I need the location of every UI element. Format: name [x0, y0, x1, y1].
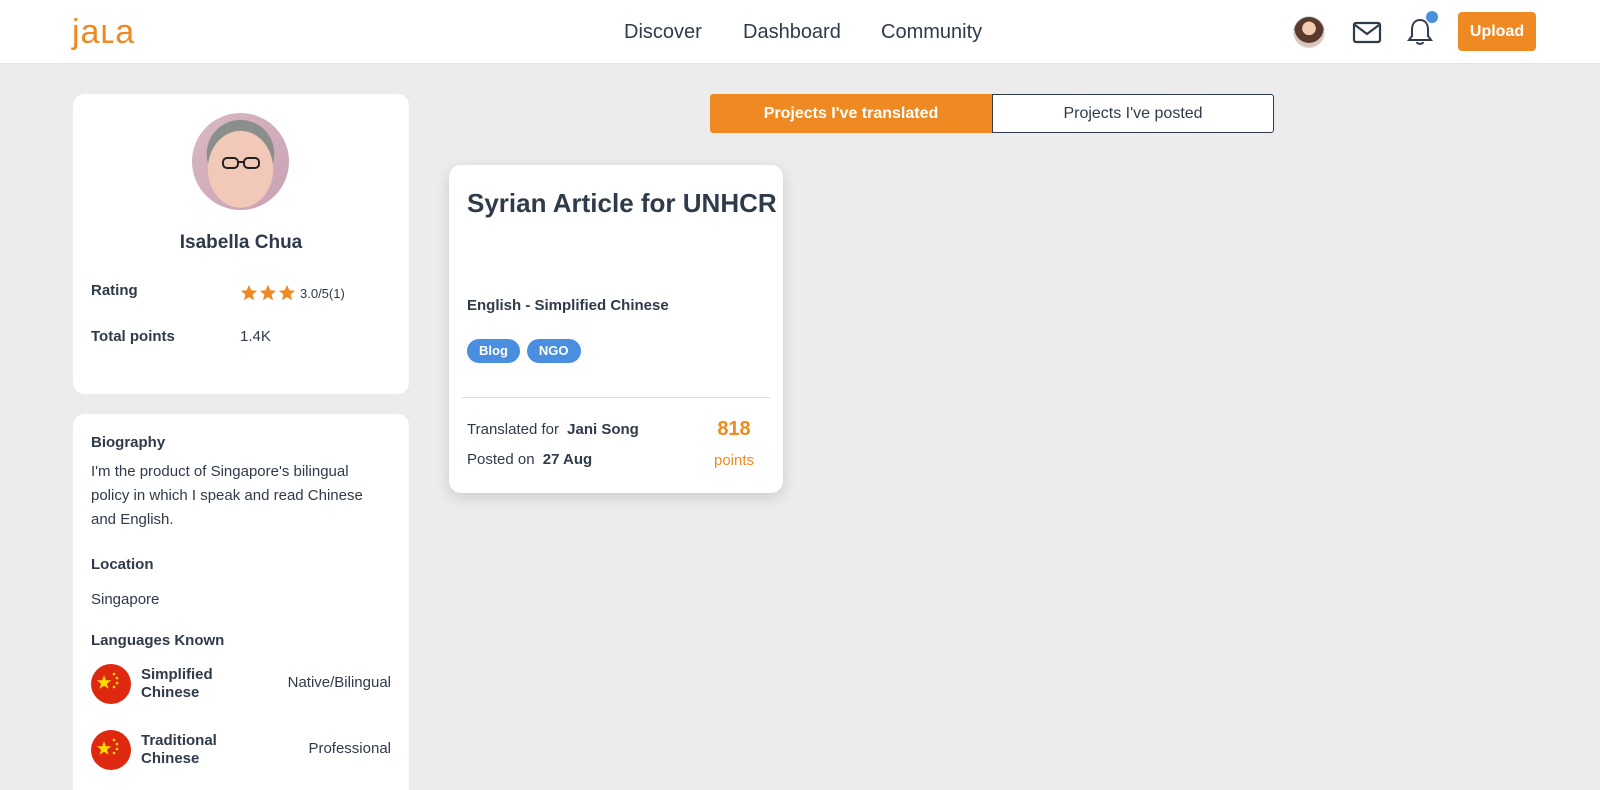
profile-photo — [192, 113, 289, 210]
nav-dashboard[interactable]: Dashboard — [743, 20, 841, 44]
posted-on-label: Posted on — [467, 451, 535, 468]
biography-heading: Biography — [91, 434, 166, 451]
rating-stars: 3.0/5(1) — [240, 284, 345, 302]
top-navbar: jaʟa Discover Dashboard Community Upload — [0, 0, 1600, 64]
tab-projects-translated[interactable]: Projects I've translated — [710, 94, 992, 133]
user-avatar[interactable] — [1293, 16, 1325, 48]
rating-label: Rating — [91, 282, 138, 299]
divider — [462, 397, 770, 398]
posted-on: Posted on 27 Aug — [467, 451, 592, 468]
tag-blog[interactable]: Blog — [467, 339, 520, 363]
star-icon — [259, 284, 277, 301]
china-flag-icon — [91, 664, 131, 704]
points-label: points — [713, 452, 755, 469]
language-item: Simplified Chinese Native/Bilingual — [91, 662, 391, 706]
project-language-pair: English - Simplified Chinese — [467, 297, 669, 314]
nav-discover[interactable]: Discover — [624, 20, 702, 44]
language-name: Simplified Chinese — [141, 666, 213, 701]
project-tags: Blog NGO — [467, 339, 581, 363]
profile-name: Isabella Chua — [179, 232, 303, 253]
language-item: Traditional Chinese Professional — [91, 728, 391, 772]
project-title[interactable]: Syrian Article for UNHCR — [467, 187, 777, 219]
posted-date: 27 Aug — [542, 451, 593, 468]
upload-button[interactable]: Upload — [1458, 12, 1536, 51]
tag-ngo[interactable]: NGO — [526, 339, 581, 363]
location-value: Singapore — [91, 591, 160, 608]
translated-for: Translated for Jani Song — [467, 421, 639, 438]
glasses-icon — [222, 157, 260, 169]
nav-community[interactable]: Community — [881, 20, 982, 44]
total-points-value: 1.4K — [240, 328, 271, 345]
language-name: Traditional Chinese — [141, 732, 217, 767]
star-icon — [278, 284, 296, 301]
project-card[interactable]: Syrian Article for UNHCR English - Simpl… — [449, 165, 783, 493]
jala-logo[interactable]: jaʟa — [72, 14, 135, 50]
total-points-label: Total points — [91, 328, 175, 345]
notification-bell-icon[interactable] — [1404, 11, 1438, 48]
star-icon — [240, 284, 258, 301]
profile-card: Isabella Chua Rating 3.0/5(1) Total poin… — [73, 94, 409, 394]
translated-for-label: Translated for — [467, 421, 559, 438]
points-value: 818 — [717, 418, 751, 440]
about-card: Biography I'm the product of Singapore's… — [73, 414, 409, 790]
china-flag-icon — [91, 730, 131, 770]
tab-projects-posted[interactable]: Projects I've posted — [992, 94, 1274, 133]
language-level: Native/Bilingual — [287, 674, 391, 691]
biography-text: I'm the product of Singapore's bilingual… — [91, 463, 363, 528]
location-heading: Location — [91, 556, 154, 573]
client-name[interactable]: Jani Song — [567, 421, 639, 438]
mail-icon[interactable] — [1351, 16, 1383, 48]
notification-badge — [1426, 11, 1438, 23]
rating-value: 3.0/5(1) — [300, 285, 345, 301]
languages-heading: Languages Known — [91, 632, 225, 649]
language-level: Professional — [308, 740, 391, 757]
